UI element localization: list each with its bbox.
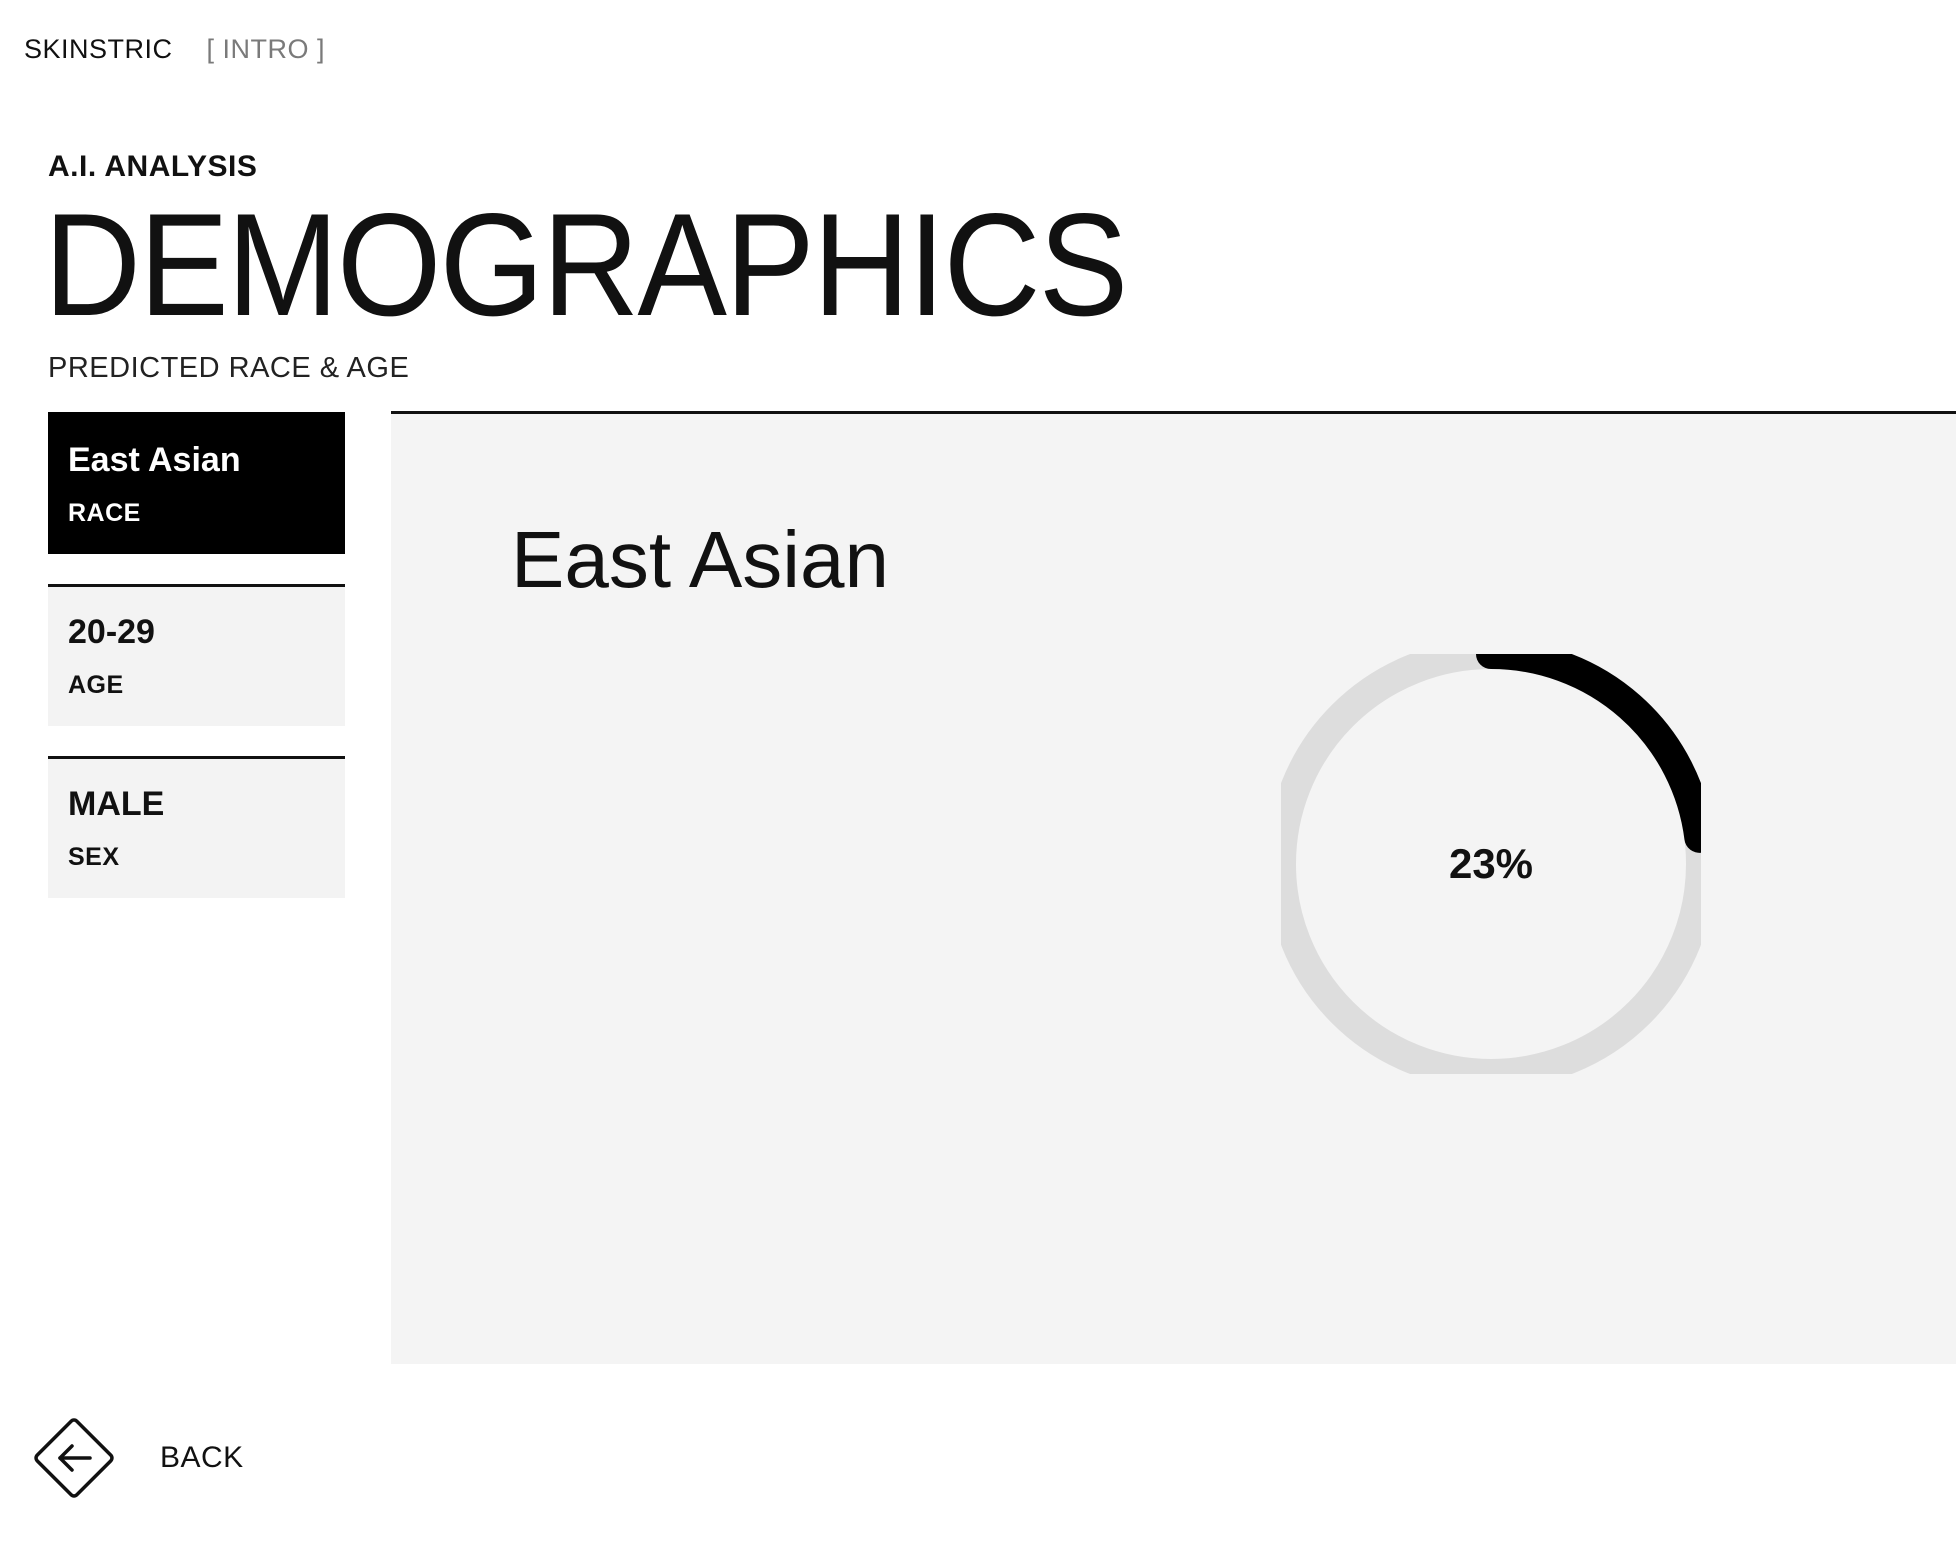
sidebar-item-sex[interactable]: MALE SEX bbox=[48, 756, 345, 898]
sidebar-item-label: SEX bbox=[68, 843, 120, 871]
back-label: BACK bbox=[160, 1441, 244, 1474]
sidebar-item-race[interactable]: East Asian RACE bbox=[48, 412, 345, 554]
confidence-ring: 23% bbox=[1281, 654, 1701, 1074]
breadcrumb: [ INTRO ] bbox=[206, 34, 326, 64]
sidebar-item-label: AGE bbox=[68, 671, 124, 699]
sidebar-item-value: MALE bbox=[68, 785, 165, 823]
page-subtitle: PREDICTED RACE & AGE bbox=[48, 352, 410, 384]
category-sidebar: East Asian RACE 20-29 AGE MALE SEX bbox=[48, 412, 345, 928]
brand-logo[interactable]: SKINSTRIC bbox=[24, 34, 173, 65]
sidebar-item-label: RACE bbox=[68, 499, 141, 527]
result-heading: East Asian bbox=[511, 515, 890, 604]
section-eyebrow: A.I. ANALYSIS bbox=[48, 150, 258, 183]
sidebar-item-age[interactable]: 20-29 AGE bbox=[48, 584, 345, 726]
demographics-page: SKINSTRIC [ INTRO ] A.I. ANALYSIS DEMOGR… bbox=[0, 0, 1956, 1544]
sidebar-item-value: 20-29 bbox=[68, 613, 155, 651]
arrow-left-icon bbox=[22, 1406, 126, 1510]
top-bar: SKINSTRIC [ INTRO ] bbox=[24, 34, 325, 65]
confidence-percent: 23% bbox=[1448, 840, 1534, 887]
back-button[interactable]: BACK bbox=[22, 1406, 244, 1510]
sidebar-item-value: East Asian bbox=[68, 441, 241, 479]
page-title: DEMOGRAPHICS bbox=[44, 183, 1128, 346]
result-panel: East Asian 23% bbox=[391, 411, 1956, 1364]
